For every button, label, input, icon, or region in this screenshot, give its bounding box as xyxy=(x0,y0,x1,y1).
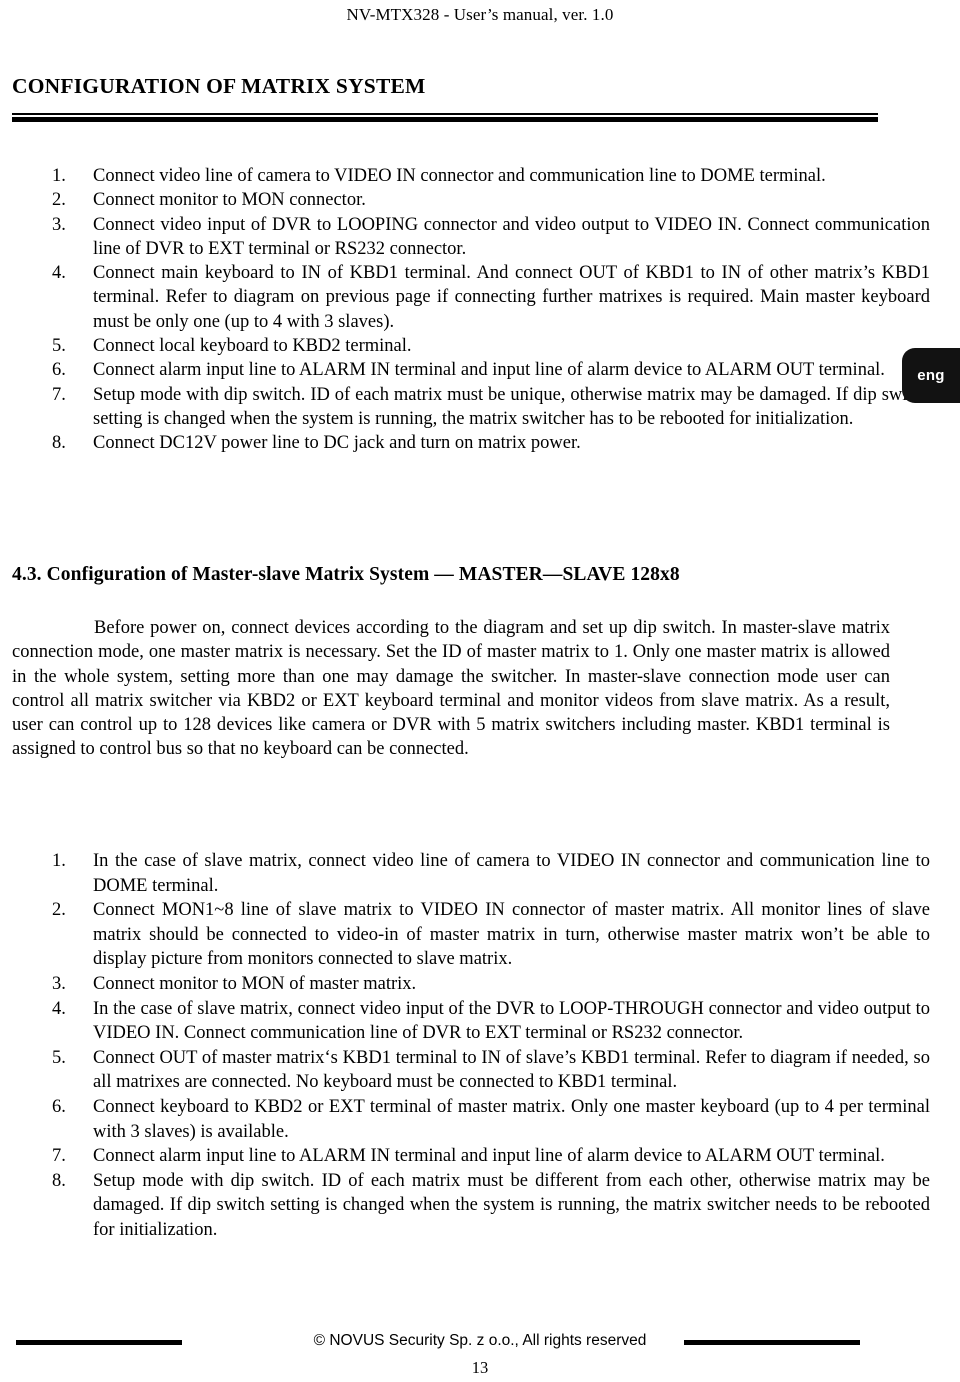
page-title: CONFIGURATION OF MATRIX SYSTEM xyxy=(12,74,426,98)
instructions-list-item-text: Connect monitor to MON connector. xyxy=(93,190,366,211)
instructions-list-item-marker: 4. xyxy=(52,263,66,284)
footer-copyright: © NOVUS Security Sp. z o.o., All rights … xyxy=(313,1332,647,1349)
master-slave-list-item-marker: 2. xyxy=(52,900,66,921)
master-slave-list-item-marker: 1. xyxy=(52,851,66,871)
master-slave-list-item: 2. Connect MON1~8 line of slave matrix to… xyxy=(52,898,930,972)
instructions-list-item-text: Connect video input of DVR to LOOPING co… xyxy=(93,214,930,259)
page-running-header: NV-MTX328 - User’s manual, ver. 1.0 xyxy=(346,5,614,24)
instructions-list-item-text: Connect DC12V power line to DC jack and … xyxy=(93,433,581,454)
instructions-list-item-marker: 2. xyxy=(52,190,66,211)
instructions-list-item: 2. Connect monitor to MON connector. xyxy=(52,188,930,212)
instructions-list-item-marker: 1. xyxy=(52,166,66,186)
master-slave-list-item: 6. Connect keyboard to KBD2 or EXT termin… xyxy=(52,1095,930,1144)
instructions-list-item-marker: 8. xyxy=(52,433,66,454)
section-heading-4-3: 4.3. Configuration of Master-slave Matri… xyxy=(12,564,680,585)
instructions-list-item-marker: 6. xyxy=(52,360,66,381)
master-slave-list-item-marker: 3. xyxy=(52,973,66,994)
instructions-list-item: 3. Connect video input of DVR to LOOPING … xyxy=(52,213,930,262)
master-slave-numbered-list: 1. In the case of slave matrix, connect v… xyxy=(12,849,930,1243)
master-slave-list-item-marker: 5. xyxy=(52,1047,66,1068)
title-divider-rule xyxy=(12,113,878,124)
master-slave-list-item: 5. Connect OUT of master matrix‘s KBD1 te… xyxy=(52,1046,930,1095)
master-slave-list-item-text: In the case of slave matrix, connect vid… xyxy=(93,998,930,1044)
footer-page-number: 13 xyxy=(471,1358,489,1377)
master-slave-list-item: 3. Connect monitor to MON of master matri… xyxy=(52,972,930,997)
master-slave-list-item-text: Connect keyboard to KBD2 or EXT terminal… xyxy=(93,1096,930,1142)
instructions-list-item: 7. Setup mode with dip switch. ID of each… xyxy=(52,383,930,432)
instructions-list-item: 4. Connect main keyboard to IN of KBD1 te… xyxy=(52,261,930,334)
master-slave-list-item: 4. In the case of slave matrix, connect v… xyxy=(52,997,930,1046)
master-slave-list-item-marker: 4. xyxy=(52,998,66,1019)
language-side-tab[interactable]: eng xyxy=(902,348,960,403)
instructions-list-item-text: Connect main keyboard to IN of KBD1 term… xyxy=(93,263,930,332)
master-slave-list-item-text: Connect monitor to MON of master matrix. xyxy=(93,973,417,994)
instructions-list-item-text: Connect alarm input line to ALARM IN ter… xyxy=(93,360,885,381)
master-slave-list-item: 8. Setup mode with dip switch. ID of each… xyxy=(52,1169,930,1243)
master-slave-list-item-marker: 7. xyxy=(52,1146,66,1167)
master-slave-list-item-text: Connect OUT of master matrix‘s KBD1 term… xyxy=(93,1047,930,1093)
instructions-numbered-list: 1. Connect video line of camera to VIDEO … xyxy=(12,164,930,456)
instructions-list-item: 8. Connect DC12V power line to DC jack an… xyxy=(52,431,930,455)
language-side-tab-label: eng xyxy=(917,367,945,384)
divider-thick-line xyxy=(12,117,878,122)
instructions-list-item: 1. Connect video line of camera to VIDEO … xyxy=(52,164,930,188)
master-slave-list-item: 1. In the case of slave matrix, connect v… xyxy=(52,849,930,898)
section-paragraph-4-3: Before power on, connect devices accordi… xyxy=(12,618,890,760)
master-slave-list-item-text: Connect alarm input line to ALARM IN ter… xyxy=(93,1146,885,1167)
instructions-list-item: 6. Connect alarm input line to ALARM IN t… xyxy=(52,358,930,382)
instructions-list-item: 5. Connect local keyboard to KBD2 termina… xyxy=(52,334,930,358)
instructions-list-item-text: Connect video line of camera to VIDEO IN… xyxy=(93,166,826,186)
master-slave-list-item-marker: 8. xyxy=(52,1170,66,1191)
master-slave-list-item-text: In the case of slave matrix, connect vid… xyxy=(93,851,930,896)
instructions-list-item-text: Setup mode with dip switch. ID of each m… xyxy=(93,384,930,429)
master-slave-list-item-marker: 6. xyxy=(52,1096,66,1117)
master-slave-list-item: 7. Connect alarm input line to ALARM IN t… xyxy=(52,1144,930,1169)
instructions-list-item-text: Connect local keyboard to KBD2 terminal. xyxy=(93,336,412,357)
master-slave-list-item-text: Setup mode with dip switch. ID of each m… xyxy=(93,1170,930,1240)
instructions-list-item-marker: 5. xyxy=(52,336,66,357)
instructions-list-item-marker: 3. xyxy=(52,214,66,235)
instructions-list-item-marker: 7. xyxy=(52,384,66,405)
master-slave-list-item-text: Connect MON1~8 line of slave matrix to V… xyxy=(93,900,930,970)
